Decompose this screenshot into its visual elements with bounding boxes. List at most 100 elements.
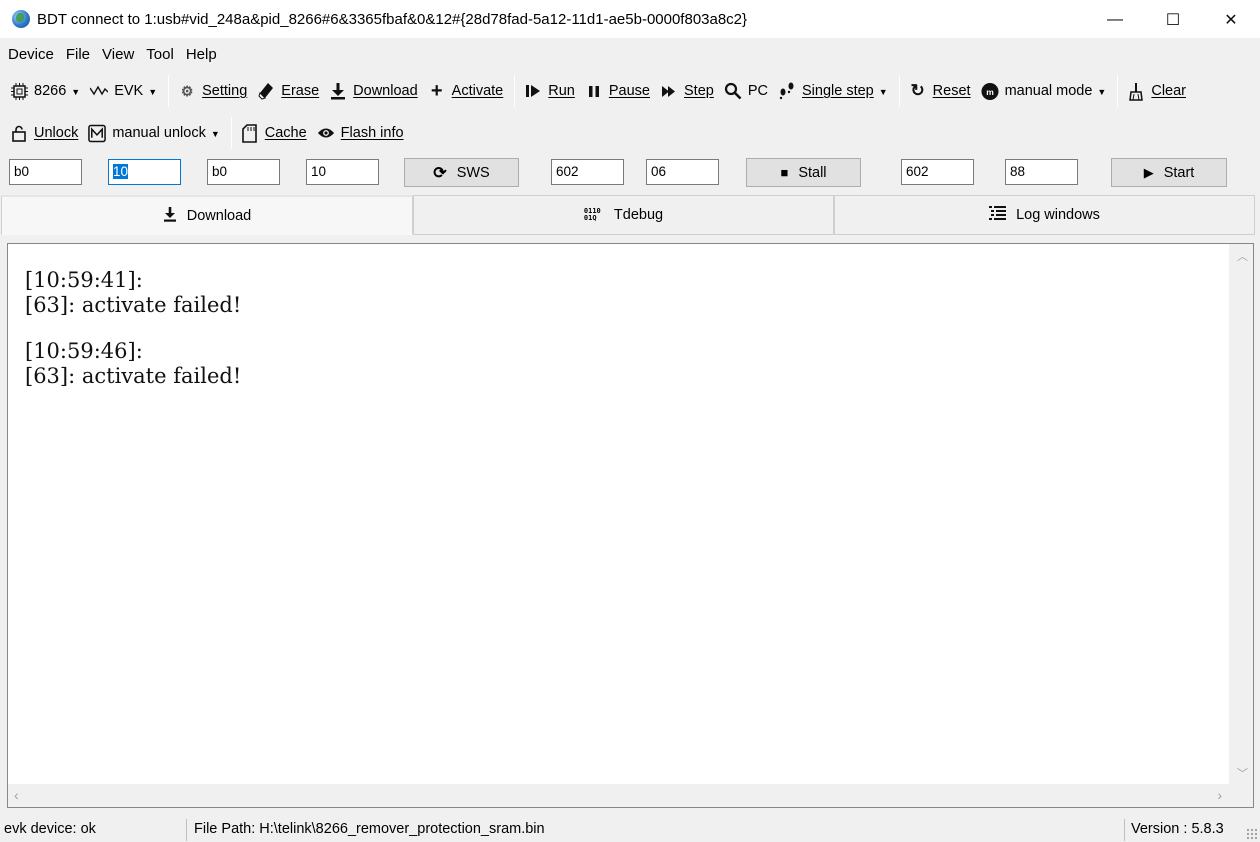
globe-icon: [12, 10, 30, 28]
vertical-scrollbar[interactable]: ︿ ﹀: [1229, 244, 1253, 785]
scrollbar-corner: [1229, 784, 1253, 807]
address-input-5[interactable]: 602: [551, 159, 624, 185]
stop-icon: ■: [780, 165, 789, 180]
flash-info-button[interactable]: Flash info: [313, 117, 410, 149]
download-arrow-icon: [329, 82, 347, 100]
selected-text: 10: [113, 164, 129, 179]
status-divider: [186, 819, 187, 841]
sws-button[interactable]: ⟳ SWS: [404, 158, 519, 187]
stall-button[interactable]: ■ Stall: [746, 158, 861, 187]
log-message: [63]: activate failed!: [25, 293, 242, 317]
minimize-button[interactable]: —: [1086, 0, 1144, 39]
setting-button[interactable]: ⚙ Setting: [174, 75, 253, 107]
toolbar-separator: [514, 75, 516, 107]
horizontal-scrollbar[interactable]: ‹ ›: [8, 784, 1230, 807]
scroll-down-icon[interactable]: ﹀: [1237, 765, 1248, 781]
address-input-3[interactable]: b0: [207, 159, 280, 185]
address-input-1[interactable]: b0: [9, 159, 82, 185]
erase-button[interactable]: Erase: [253, 75, 325, 107]
scroll-right-icon[interactable]: ›: [1217, 787, 1222, 803]
tab-bar: Download 0110 01Q Tdebug Log windows: [1, 195, 1257, 235]
menu-view[interactable]: View: [96, 40, 140, 70]
version-label: Version : 5.8.3: [1131, 821, 1224, 837]
address-input-2[interactable]: 10: [108, 159, 181, 185]
manual-unlock-dropdown[interactable]: manual unlock ▼: [84, 117, 225, 149]
tab-download[interactable]: Download: [1, 195, 413, 235]
cache-label: Cache: [264, 125, 307, 141]
log-timestamp: [10:59:41]:: [25, 268, 143, 292]
toolbar-separator: [1117, 75, 1119, 107]
tab-tdebug[interactable]: 0110 01Q Tdebug: [413, 195, 834, 235]
close-button[interactable]: ✕: [1202, 0, 1260, 39]
chip-label: 8266: [34, 83, 67, 99]
manual-mode-label: manual mode: [1004, 83, 1093, 99]
menu-tool[interactable]: Tool: [140, 40, 180, 70]
log-output[interactable]: [10:59:41]: [63]: activate failed! [10:5…: [7, 243, 1254, 808]
chip-icon: [10, 82, 28, 100]
evk-label: EVK: [114, 83, 144, 99]
footsteps-icon: [778, 82, 796, 100]
sws-label: SWS: [456, 164, 490, 181]
resize-grip-icon[interactable]: [1246, 828, 1258, 840]
register-input-row: b0 10 b0 10 ⟳ SWS 602 06 ■ Stall 602 88 …: [0, 154, 1260, 194]
log-timestamp: [10:59:46]:: [25, 339, 143, 363]
manual-mode-icon: m: [981, 82, 999, 100]
run-label: Run: [548, 83, 575, 99]
manual-mode-dropdown[interactable]: m manual mode ▼: [977, 75, 1113, 107]
chevron-down-icon: ▼: [148, 87, 158, 97]
address-input-8[interactable]: 88: [1005, 159, 1078, 185]
address-input-6[interactable]: 06: [646, 159, 719, 185]
menu-device[interactable]: Device: [2, 40, 60, 70]
reset-icon: ↻: [910, 81, 925, 100]
download-button[interactable]: Download: [325, 75, 424, 107]
unlock-button[interactable]: Unlock: [6, 117, 84, 149]
wave-icon: [90, 82, 109, 100]
setting-label: Setting: [202, 83, 248, 99]
unlock-label: Unlock: [34, 125, 79, 141]
toolbar-separator: [168, 75, 170, 107]
toolbar-separator: [898, 75, 900, 107]
clear-button[interactable]: Clear: [1123, 75, 1192, 107]
status-bar: evk device: ok File Path: H:\telink\8266…: [0, 816, 1260, 842]
tab-log-windows[interactable]: Log windows: [834, 195, 1255, 235]
single-step-dropdown[interactable]: Single step ▼: [774, 75, 894, 107]
binary-search-icon: 0110 01Q: [583, 207, 601, 222]
search-icon: [724, 82, 742, 100]
scroll-up-icon[interactable]: ︿: [1237, 248, 1248, 264]
maximize-button[interactable]: ☐: [1144, 0, 1202, 39]
sd-card-icon: [241, 123, 259, 143]
log-entry: [10:59:46]: [63]: activate failed!: [25, 339, 241, 389]
pause-button[interactable]: Pause: [581, 75, 656, 107]
reset-button[interactable]: ↻ Reset: [905, 75, 977, 107]
chevron-down-icon: ▼: [210, 129, 220, 139]
pc-button[interactable]: PC: [720, 75, 774, 107]
window-title: BDT connect to 1:usb#vid_248a&pid_8266#6…: [37, 10, 748, 28]
menu-help[interactable]: Help: [180, 40, 223, 70]
activate-label: Activate: [451, 83, 504, 99]
scroll-left-icon[interactable]: ‹: [14, 787, 19, 803]
start-button[interactable]: ▶ Start: [1111, 158, 1227, 187]
play-icon: ▶: [1143, 164, 1154, 180]
title-bar: BDT connect to 1:usb#vid_248a&pid_8266#6…: [0, 0, 1260, 39]
step-label: Step: [684, 83, 714, 99]
log-text: [10:59:41]: [63]: activate failed! [10:5…: [25, 268, 241, 410]
toolbar-separator: [230, 117, 232, 149]
single-step-label: Single step: [802, 83, 874, 99]
run-button[interactable]: Run: [520, 75, 581, 107]
reset-label: Reset: [932, 83, 971, 99]
menu-file[interactable]: File: [60, 40, 96, 70]
main-toolbar: 8266 ▼ EVK ▼ ⚙ Setting Erase Download + …: [0, 71, 1192, 111]
address-input-7[interactable]: 602: [901, 159, 974, 185]
evk-select-dropdown[interactable]: EVK ▼: [86, 75, 163, 107]
chip-select-dropdown[interactable]: 8266 ▼: [6, 75, 86, 107]
download-arrow-icon: [163, 206, 177, 226]
start-label: Start: [1163, 164, 1195, 181]
cache-button[interactable]: Cache: [237, 117, 313, 149]
step-button[interactable]: Step: [656, 75, 720, 107]
chevron-down-icon: ▼: [878, 87, 888, 97]
activate-button[interactable]: + Activate: [424, 75, 510, 107]
list-icon: [989, 205, 1007, 225]
address-input-4[interactable]: 10: [306, 159, 379, 185]
plus-icon: +: [430, 79, 443, 102]
broom-icon: [1127, 82, 1145, 101]
